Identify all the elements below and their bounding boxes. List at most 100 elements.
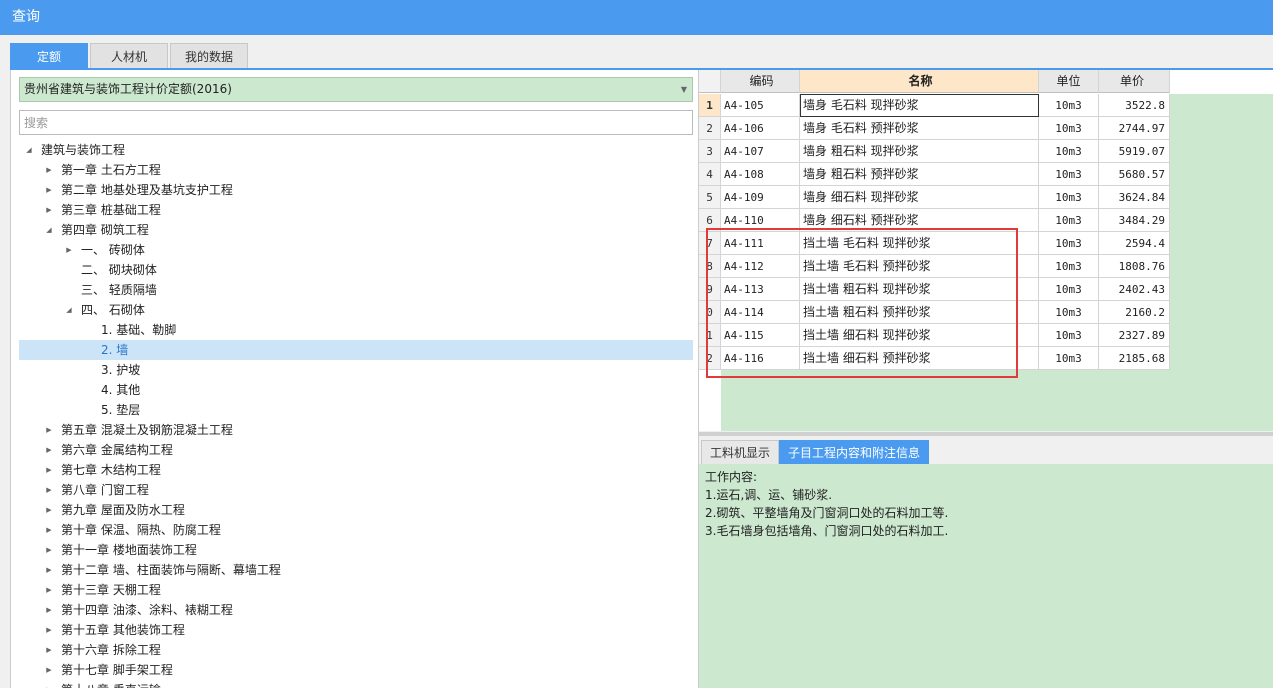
tree-node[interactable]: ▶ 第十五章 其他装饰工程 [19,620,693,640]
tree-node[interactable]: ▶ 第五章 混凝土及钢筋混凝土工程 [19,420,693,440]
collapsed-caret-icon[interactable]: ▶ [63,240,75,260]
tab-work-content-notes[interactable]: 子目工程内容和附注信息 [779,440,930,464]
tree-node[interactable]: 1. 基础、勒脚 [19,320,693,340]
unit-cell[interactable]: 10m3 [1039,255,1099,278]
expanded-caret-icon[interactable]: ◢ [43,220,55,240]
unit-cell[interactable]: 10m3 [1039,209,1099,232]
collapsed-caret-icon[interactable]: ▶ [43,200,55,220]
name-cell[interactable]: 挡土墙 细石料 现拌砂浆 [800,324,1039,347]
tree-node[interactable]: ▶ 第三章 桩基础工程 [19,200,693,220]
row-index-cell[interactable]: 1 [699,94,721,117]
row-index-cell[interactable]: 4 [699,163,721,186]
tree-node[interactable]: ◢ 四、 石砌体 [19,300,693,320]
row-index-cell[interactable]: 5 [699,186,721,209]
collapsed-caret-icon[interactable]: ▶ [43,500,55,520]
tree-node[interactable]: ▶ 第十一章 楼地面装饰工程 [19,540,693,560]
column-header-price[interactable]: 单价 [1099,70,1170,93]
name-cell[interactable]: 挡土墙 毛石料 预拌砂浆 [800,255,1039,278]
tree-node[interactable]: ▶ 第一章 土石方工程 [19,160,693,180]
code-cell[interactable]: A4-112 [721,255,800,278]
price-cell[interactable]: 2185.68 [1099,347,1170,370]
column-header-code[interactable]: 编码 [721,70,800,93]
row-index-cell[interactable]: 2 [699,347,721,370]
tree-node[interactable]: ▶ 第十七章 脚手架工程 [19,660,693,680]
code-cell[interactable]: A4-115 [721,324,800,347]
name-cell[interactable]: 墙身 毛石料 现拌砂浆 [800,94,1039,117]
collapsed-caret-icon[interactable]: ▶ [43,540,55,560]
tree-node[interactable]: 3. 护坡 [19,360,693,380]
collapsed-caret-icon[interactable]: ▶ [43,600,55,620]
row-index-cell[interactable]: 0 [699,301,721,324]
code-cell[interactable]: A4-114 [721,301,800,324]
price-cell[interactable]: 1808.76 [1099,255,1170,278]
row-index-cell[interactable]: 2 [699,117,721,140]
name-cell[interactable]: 墙身 细石料 预拌砂浆 [800,209,1039,232]
collapsed-caret-icon[interactable]: ▶ [43,580,55,600]
collapsed-caret-icon[interactable]: ▶ [43,460,55,480]
tree-node[interactable]: ▶ 第六章 金属结构工程 [19,440,693,460]
unit-cell[interactable]: 10m3 [1039,324,1099,347]
tree-node[interactable]: ▶ 第十二章 墙、柱面装饰与隔断、幕墙工程 [19,560,693,580]
unit-cell[interactable]: 10m3 [1039,94,1099,117]
search-input[interactable] [19,110,693,135]
row-index-cell[interactable]: 7 [699,232,721,255]
collapsed-caret-icon[interactable]: ▶ [43,660,55,680]
unit-cell[interactable]: 10m3 [1039,140,1099,163]
unit-cell[interactable]: 10m3 [1039,163,1099,186]
tab-my-data[interactable]: 我的数据 [170,43,248,69]
tree-node[interactable]: ▶ 第十六章 拆除工程 [19,640,693,660]
collapsed-caret-icon[interactable]: ▶ [43,640,55,660]
name-cell[interactable]: 墙身 毛石料 预拌砂浆 [800,117,1039,140]
code-cell[interactable]: A4-110 [721,209,800,232]
tree-node[interactable]: 二、 砌块砌体 [19,260,693,280]
name-cell[interactable]: 挡土墙 毛石料 现拌砂浆 [800,232,1039,255]
tab-labor-material-machine[interactable]: 人材机 [90,43,168,69]
code-cell[interactable]: A4-113 [721,278,800,301]
name-cell[interactable]: 墙身 粗石料 现拌砂浆 [800,140,1039,163]
unit-cell[interactable]: 10m3 [1039,117,1099,140]
name-cell[interactable]: 墙身 细石料 现拌砂浆 [800,186,1039,209]
price-cell[interactable]: 5919.07 [1099,140,1170,163]
price-cell[interactable]: 5680.57 [1099,163,1170,186]
unit-cell[interactable]: 10m3 [1039,278,1099,301]
tree-node[interactable]: ▶ 第十三章 天棚工程 [19,580,693,600]
collapsed-caret-icon[interactable]: ▶ [43,620,55,640]
quota-library-select[interactable]: 贵州省建筑与装饰工程计价定额(2016) ▼ [19,77,693,102]
expanded-caret-icon[interactable]: ◢ [23,140,35,160]
tree-node[interactable]: ▶ 第十八章 垂直运输 [19,680,693,688]
collapsed-caret-icon[interactable]: ▶ [43,560,55,580]
price-cell[interactable]: 2402.43 [1099,278,1170,301]
unit-cell[interactable]: 10m3 [1039,232,1099,255]
tab-quota[interactable]: 定额 [10,43,88,69]
tree-node[interactable]: ▶ 第十四章 油漆、涂料、裱糊工程 [19,600,693,620]
collapsed-caret-icon[interactable]: ▶ [43,160,55,180]
tree-node[interactable]: ▶ 第七章 木结构工程 [19,460,693,480]
collapsed-caret-icon[interactable]: ▶ [43,440,55,460]
code-cell[interactable]: A4-105 [721,94,800,117]
code-cell[interactable]: A4-108 [721,163,800,186]
tree-node[interactable]: ◢ 第四章 砌筑工程 [19,220,693,240]
column-header-name[interactable]: 名称 [800,70,1039,93]
expanded-caret-icon[interactable]: ◢ [63,300,75,320]
unit-cell[interactable]: 10m3 [1039,301,1099,324]
row-index-cell[interactable]: 6 [699,209,721,232]
collapsed-caret-icon[interactable]: ▶ [43,480,55,500]
name-cell[interactable]: 墙身 粗石料 预拌砂浆 [800,163,1039,186]
tree-node[interactable]: 2. 墙 [19,340,693,360]
name-cell[interactable]: 挡土墙 细石料 预拌砂浆 [800,347,1039,370]
tree-node[interactable]: ▶ 第八章 门窗工程 [19,480,693,500]
tree-node[interactable]: ▶ 一、 砖砌体 [19,240,693,260]
price-cell[interactable]: 3522.8 [1099,94,1170,117]
tree-node[interactable]: ▶ 第十章 保温、隔热、防腐工程 [19,520,693,540]
tree-node[interactable]: 4. 其他 [19,380,693,400]
tree-node[interactable]: ▶ 第二章 地基处理及基坑支护工程 [19,180,693,200]
row-index-cell[interactable]: 8 [699,255,721,278]
tree-node[interactable]: 5. 垫层 [19,400,693,420]
unit-cell[interactable]: 10m3 [1039,186,1099,209]
name-cell[interactable]: 挡土墙 粗石料 现拌砂浆 [800,278,1039,301]
name-cell[interactable]: 挡土墙 粗石料 预拌砂浆 [800,301,1039,324]
grid-corner-cell[interactable] [699,70,721,93]
code-cell[interactable]: A4-106 [721,117,800,140]
tree-node[interactable]: 三、 轻质隔墙 [19,280,693,300]
tab-labor-material-display[interactable]: 工料机显示 [701,440,780,464]
